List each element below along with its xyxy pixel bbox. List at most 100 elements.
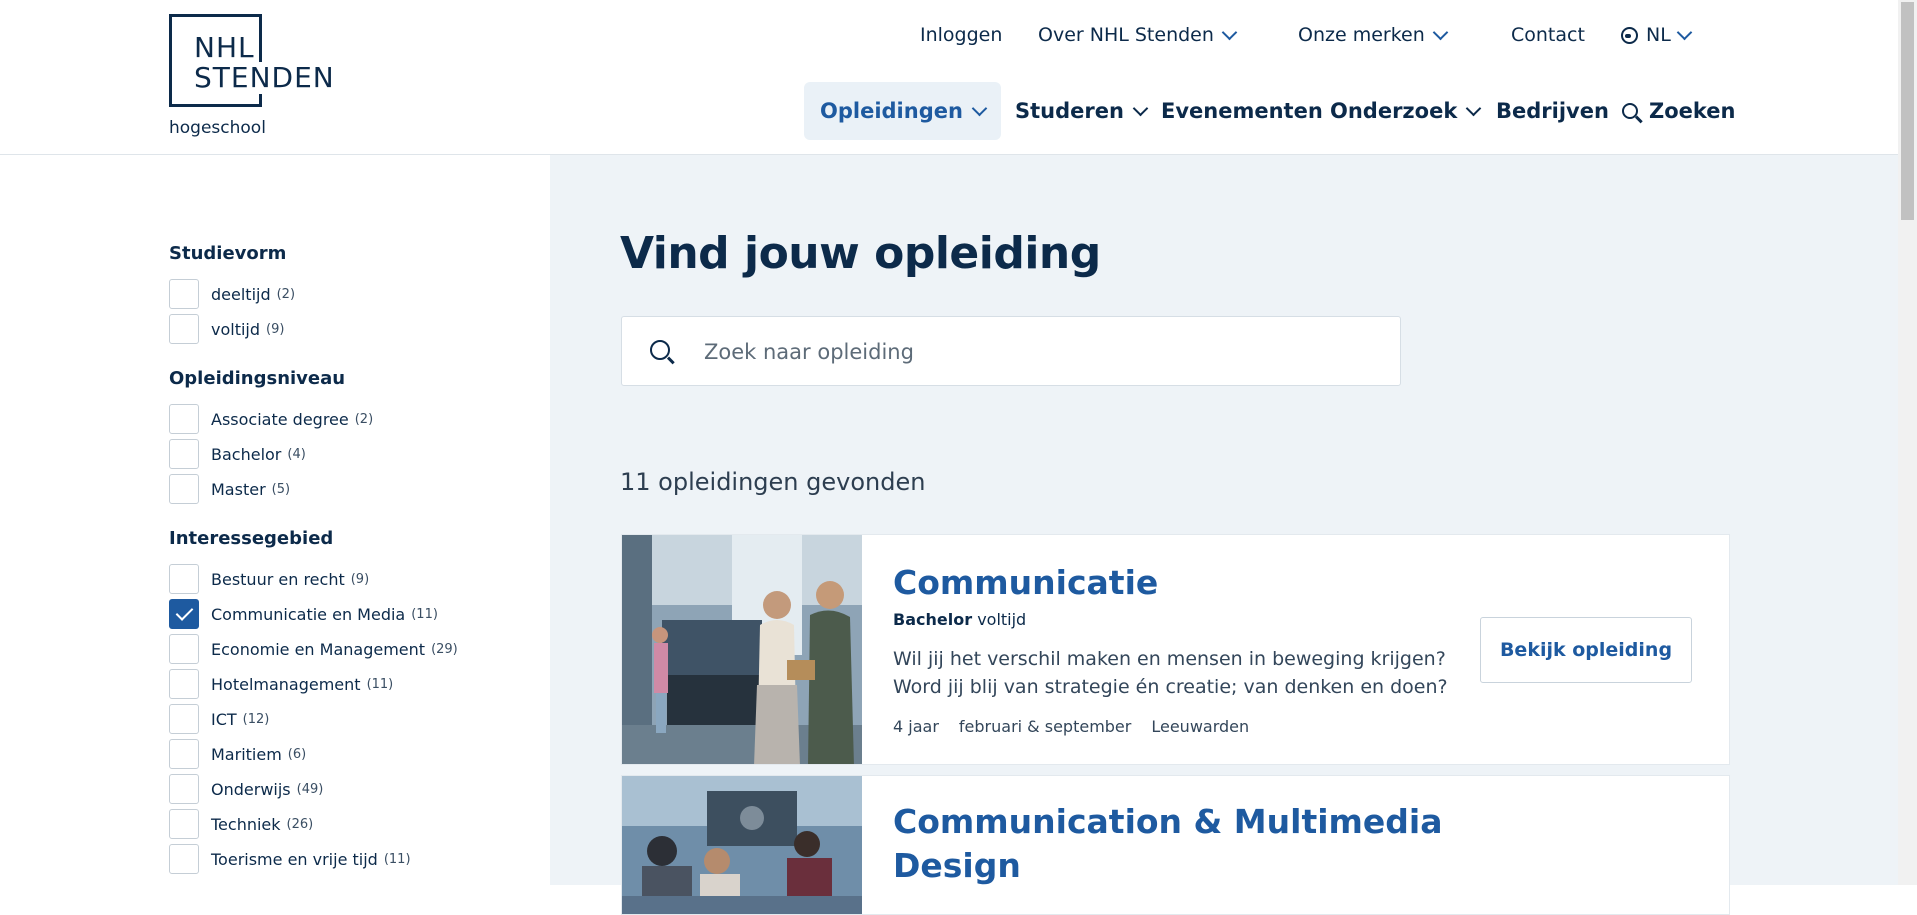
logo-text-nhl: NHL [194,31,255,64]
filter-option-count: (11) [411,606,438,622]
filter-option-count: (49) [296,781,324,797]
filter-option-label: Hotelmanagement [211,674,361,694]
program-level: Bachelor voltijd [893,610,1026,629]
checkbox[interactable] [169,844,199,874]
scrollbar-thumb[interactable] [1901,2,1914,220]
filter-option-label: ICT [211,709,237,729]
filter-option-count: (11) [383,851,411,867]
checkbox[interactable] [169,474,199,504]
filter-option-voltijd[interactable]: voltijd (9) [169,314,284,344]
filter-option-label: Economie en Management [211,639,426,659]
nav-search-label: Zoeken [1649,99,1736,123]
nav-opleidingen-label: Opleidingen [820,99,963,123]
topnav-brands[interactable]: Onze merken [1298,24,1449,46]
page-scrollbar[interactable] [1898,0,1917,885]
language-selector[interactable]: NL [1621,24,1693,46]
program-card-communicatie[interactable]: Communicatie Bachelor voltijd Wil jij he… [621,534,1730,765]
program-title[interactable]: Communicatie [893,561,1158,605]
logo-text-stenden: STENDEN [194,62,338,94]
program-description: Wil jij het verschil maken en mensen in … [893,648,1448,698]
filter-option-count: (4) [287,446,306,462]
chevron-down-icon [1466,100,1482,116]
filter-option-maritiem[interactable]: Maritiem (6) [169,739,306,769]
page-title: Vind jouw opleiding [620,228,1101,279]
filter-option-techniek[interactable]: Techniek (26) [169,809,313,839]
filter-option-communicatie-en-media[interactable]: Communicatie en Media (11) [169,599,438,629]
topnav-about[interactable]: Over NHL Stenden [1038,24,1238,46]
checkbox[interactable] [169,279,199,309]
nav-bedrijven-label: Bedrijven [1496,99,1609,123]
checkbox[interactable] [169,739,199,769]
globe-icon [1621,26,1638,44]
checkbox[interactable] [169,669,199,699]
filter-option-count: (11) [366,676,394,692]
checkbox[interactable] [169,439,199,469]
filter-option-toerisme-en-vrije-tijd[interactable]: Toerisme en vrije tijd (11) [169,844,411,874]
checkbox[interactable] [169,634,199,664]
filter-option-count: (9) [350,571,370,587]
nhl-stenden-logo[interactable]: NHL STENDEN hogeschool [169,14,338,144]
nav-bedrijven[interactable]: Bedrijven [1496,82,1609,140]
filter-option-count: (5) [271,481,291,497]
filter-option-label: voltijd [211,319,261,339]
filter-option-label: Master [211,479,266,499]
chevron-down-icon [1432,24,1449,40]
filter-option-onderwijs[interactable]: Onderwijs (49) [169,774,323,804]
filter-option-ict[interactable]: ICT (12) [169,704,269,734]
view-program-button[interactable]: Bekijk opleiding [1480,617,1692,683]
program-card-communication-multimedia-design[interactable]: Communication & Multimedia Design [621,775,1730,915]
filter-option-deeltijd[interactable]: deeltijd (2) [169,279,295,309]
program-photo[interactable] [622,776,862,914]
filter-option-associate-degree[interactable]: Associate degree (2) [169,404,373,434]
checkbox[interactable] [169,564,199,594]
filter-option-label: Bachelor [211,444,282,464]
filter-option-label: Associate degree [211,409,349,429]
program-photo-classroom [622,776,862,914]
topnav-contact[interactable]: Contact [1511,24,1585,46]
filter-option-count: (29) [431,641,458,657]
program-search-box[interactable] [621,316,1401,386]
nav-studeren[interactable]: Studeren [1015,82,1149,140]
chevron-down-icon [1676,24,1693,40]
filter-option-label: Toerisme en vrije tijd [211,849,378,869]
chevron-down-icon [971,100,988,116]
filter-option-bachelor[interactable]: Bachelor (4) [169,439,306,469]
nav-search[interactable]: Zoeken [1622,82,1736,140]
checkbox[interactable] [169,809,199,839]
filter-option-hotelmanagement[interactable]: Hotelmanagement (11) [169,669,393,699]
language-label: NL [1646,24,1671,46]
nav-onderzoek[interactable]: Onderzoek [1330,82,1482,140]
topnav-contact-label: Contact [1511,24,1585,46]
checkbox-checked[interactable] [169,599,199,629]
filter-option-count: (26) [286,816,314,832]
site-header: NHL STENDEN hogeschool Inloggen Over NHL… [0,0,1898,155]
program-level-form: voltijd [977,610,1027,629]
program-meta: 4 jaar februari & september Leeuwarden [893,717,1249,736]
topnav-login-label: Inloggen [920,24,1003,46]
filter-option-count: (2) [276,286,296,302]
nav-evenementen[interactable]: Evenementen [1161,82,1323,140]
search-icon [650,340,670,360]
topnav-about-label: Over NHL Stenden [1038,24,1214,46]
filter-option-master[interactable]: Master (5) [169,474,290,504]
checkbox[interactable] [169,704,199,734]
checkbox[interactable] [169,314,199,344]
filter-title-studievorm: Studievorm [169,243,287,264]
program-photo[interactable] [622,535,862,764]
program-search-input[interactable] [702,329,1386,375]
nav-opleidingen[interactable]: Opleidingen [804,82,1001,140]
program-level-degree: Bachelor [893,610,973,629]
results-count: 11 opleidingen gevonden [620,468,926,496]
filter-title-opleidingsniveau: Opleidingsniveau [169,368,346,389]
filter-option-bestuur-en-recht[interactable]: Bestuur en recht (9) [169,564,369,594]
checkbox[interactable] [169,774,199,804]
checkbox[interactable] [169,404,199,434]
chevron-down-icon [1221,24,1238,40]
filter-title-interessegebied: Interessegebied [169,528,334,549]
topnav-login[interactable]: Inloggen [920,24,1002,46]
filter-option-economie-en-management[interactable]: Economie en Management (29) [169,634,458,664]
filter-option-count: (9) [266,321,285,337]
program-title[interactable]: Communication & Multimedia Design [893,800,1493,888]
filter-option-count: (6) [287,746,307,762]
filter-option-label: deeltijd [211,284,271,304]
